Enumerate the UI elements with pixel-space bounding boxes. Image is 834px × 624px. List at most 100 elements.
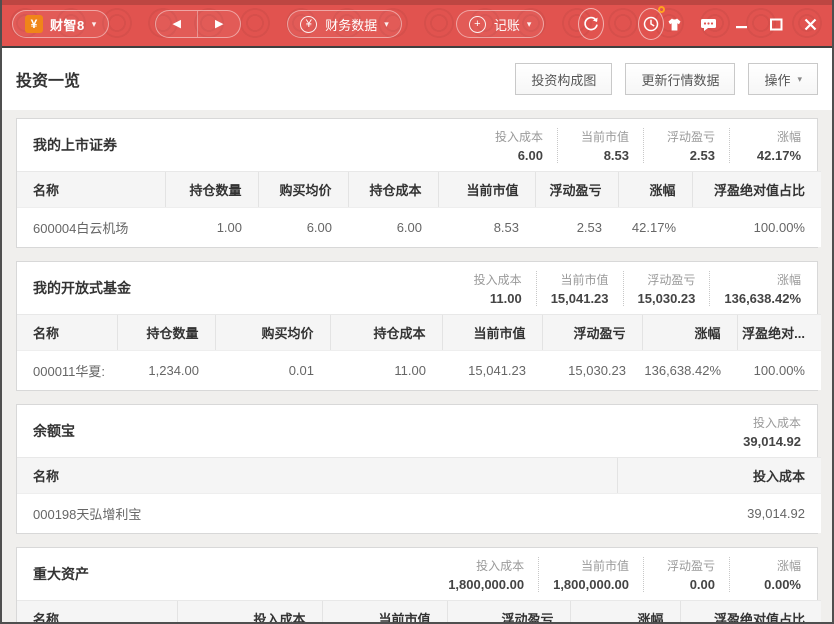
summary-value: 8.53 [572, 148, 629, 163]
bookkeeping-label: 记账 [494, 15, 520, 34]
major-assets-table: 名称投入成本当前市值浮动盈亏涨幅浮盈绝对值占比绿乡COCO十年 房子1,800,… [17, 600, 821, 622]
column-header[interactable]: 投入成本 [617, 458, 821, 494]
value-cell: 15,041.23 [442, 351, 542, 391]
page-title: 投资一览 [16, 67, 80, 91]
timer-button[interactable] [638, 8, 664, 40]
minimize-button[interactable] [732, 15, 752, 33]
back-button[interactable]: ◀ [156, 11, 198, 37]
summary-stat: 投入成本 39,014.92 [729, 414, 801, 449]
close-button[interactable] [800, 15, 820, 33]
chevron-down-icon: ▾ [797, 74, 802, 85]
maximize-button[interactable] [766, 15, 786, 33]
update-quotes-button[interactable]: 更新行情数据 [625, 63, 735, 95]
value-cell: 11.00 [330, 351, 442, 391]
column-header[interactable]: 投入成本 [177, 601, 322, 623]
column-header[interactable]: 购买均价 [215, 315, 330, 351]
column-header[interactable]: 名称 [17, 458, 617, 494]
close-icon [804, 18, 817, 31]
summary-stat: 当前市值 8.53 [557, 128, 629, 163]
column-header[interactable]: 浮盈绝对... [737, 315, 821, 351]
summary-value: 39,014.92 [743, 434, 801, 449]
summary-value: 6.00 [485, 148, 543, 163]
notification-dot [658, 6, 665, 13]
value-cell: 15,030.23 [542, 351, 642, 391]
maximize-icon [770, 18, 783, 31]
table-row[interactable]: 000011华夏:1,234.000.0111.0015,041.2315,03… [17, 351, 821, 391]
value-cell: 39,014.92 [617, 494, 821, 534]
column-header[interactable]: 涨幅 [618, 172, 692, 208]
section-major-assets: 重大资产 投入成本1,800,000.00 当前市值1,800,000.00 浮动盈… [16, 547, 818, 622]
summary-stat: 浮动盈亏15,030.23 [623, 271, 696, 306]
titlebar: ¥ 财智8 ▾ ◀ ▶ ¥ 财务数据 ▾ + 记账 ▾ [2, 0, 832, 48]
column-header[interactable]: 当前市值 [442, 315, 542, 351]
investment-overview-content: 我的上市证券 投入成本6.00当前市值8.53浮动盈亏2.53涨幅42.17% … [2, 110, 832, 622]
column-header[interactable]: 涨幅 [570, 601, 680, 623]
summary-label: 当前市值 [572, 128, 629, 145]
column-header[interactable]: 浮盈绝对值占比 [680, 601, 821, 623]
column-header[interactable]: 持仓数量 [117, 315, 215, 351]
table-row[interactable]: 000198天弘增利宝39,014.92 [17, 494, 821, 534]
summary-stat: 当前市值1,800,000.00 [538, 557, 629, 592]
minimize-icon [736, 18, 748, 30]
column-header[interactable]: 浮动盈亏 [535, 172, 618, 208]
summary-value: 42.17% [744, 148, 801, 163]
column-header[interactable]: 持仓数量 [165, 172, 258, 208]
summary-stat: 投入成本6.00 [471, 128, 543, 163]
column-header[interactable]: 名称 [17, 315, 117, 351]
column-header[interactable]: 涨幅 [642, 315, 737, 351]
section-summary: 投入成本1,800,000.00当前市值1,800,000.00浮动盈亏0.00… [420, 557, 801, 592]
column-header[interactable]: 当前市值 [322, 601, 447, 623]
summary-stat: 浮动盈亏2.53 [643, 128, 715, 163]
summary-label: 投入成本 [464, 271, 522, 288]
section-yuebao: 余额宝 投入成本39,014.92 名称投入成本000198天弘增利宝39,01… [16, 404, 818, 534]
section-summary: 投入成本 39,014.92 [715, 414, 801, 449]
chevron-down-icon: ▾ [92, 19, 97, 30]
table-row[interactable]: 600004白云机场1.006.006.008.532.5342.17%100.… [17, 208, 821, 248]
summary-value: 0.00 [658, 577, 715, 592]
theme-skin-icon [666, 17, 683, 32]
section-title: 重大资产 [33, 564, 89, 584]
summary-label: 当前市值 [551, 271, 609, 288]
section-open-end-funds: 我的开放式基金 投入成本11.00当前市值15,041.23浮动盈亏15,030… [16, 261, 818, 391]
value-cell: 100.00% [737, 351, 821, 391]
button-label: 投资构成图 [531, 70, 596, 89]
section-title: 我的开放式基金 [33, 278, 131, 298]
summary-stat: 投入成本1,800,000.00 [434, 557, 524, 592]
app-logo-icon: ¥ [25, 15, 43, 33]
column-header[interactable]: 名称 [17, 601, 177, 623]
clock-icon [641, 14, 661, 34]
button-label: 更新行情数据 [641, 70, 719, 89]
operations-dropdown-button[interactable]: 操作 ▾ [748, 63, 818, 95]
column-header[interactable]: 购买均价 [258, 172, 348, 208]
refresh-button[interactable] [578, 8, 604, 40]
summary-stat: 当前市值15,041.23 [536, 271, 609, 306]
feedback-button[interactable] [698, 15, 718, 33]
value-cell: 1,234.00 [117, 351, 215, 391]
app-name: 财智8 [50, 15, 85, 34]
summary-label: 当前市值 [553, 557, 629, 574]
column-header[interactable]: 浮动盈亏 [542, 315, 642, 351]
finance-data-menu[interactable]: ¥ 财务数据 ▾ [287, 10, 402, 38]
value-cell: 2.53 [535, 208, 618, 248]
section-summary: 投入成本11.00当前市值15,041.23浮动盈亏15,030.23涨幅136… [436, 271, 801, 306]
investment-composition-chart-button[interactable]: 投资构成图 [515, 63, 612, 95]
asset-name-cell: 600004白云机场 [17, 208, 165, 248]
column-header[interactable]: 持仓成本 [330, 315, 442, 351]
summary-stat: 投入成本11.00 [450, 271, 522, 306]
app-menu-button[interactable]: ¥ 财智8 ▾ [12, 10, 109, 38]
summary-stat: 涨幅 0.00% [729, 557, 801, 592]
column-header[interactable]: 当前市值 [438, 172, 535, 208]
column-header[interactable]: 浮动盈亏 [447, 601, 570, 623]
summary-label: 涨幅 [744, 557, 801, 574]
column-header[interactable]: 持仓成本 [348, 172, 438, 208]
bookkeeping-menu[interactable]: + 记账 ▾ [456, 10, 545, 38]
summary-label: 浮动盈亏 [638, 271, 696, 288]
value-cell: 0.01 [215, 351, 330, 391]
theme-skin-button[interactable] [664, 15, 684, 33]
summary-label: 投入成本 [743, 414, 801, 431]
column-header[interactable]: 浮盈绝对值占比 [692, 172, 821, 208]
summary-value: 0.00% [744, 577, 801, 592]
forward-button[interactable]: ▶ [198, 11, 240, 37]
summary-value: 136,638.42% [724, 291, 801, 306]
column-header[interactable]: 名称 [17, 172, 165, 208]
